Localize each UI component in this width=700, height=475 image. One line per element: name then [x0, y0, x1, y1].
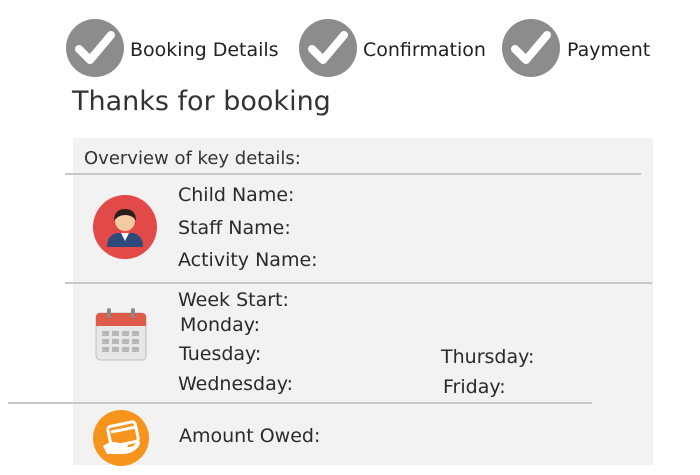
page-title: Thanks for booking [72, 86, 331, 117]
divider [8, 402, 592, 404]
person-icon [93, 195, 157, 263]
monday-label: Monday: [180, 314, 261, 336]
activity-name-label: Activity Name: [178, 249, 318, 271]
divider [65, 282, 652, 284]
calendar-icon [95, 307, 147, 365]
step-label: Confirmation [363, 39, 486, 61]
booking-overview-card [73, 138, 653, 465]
wednesday-label: Wednesday: [178, 373, 294, 395]
staff-name-label: Staff Name: [178, 217, 291, 239]
card-heading: Overview of key details: [84, 148, 301, 169]
friday-label: Friday: [443, 376, 506, 398]
check-icon [66, 19, 124, 77]
tuesday-label: Tuesday: [179, 343, 262, 365]
payment-card-icon [93, 410, 149, 470]
check-icon [502, 19, 560, 77]
thursday-label: Thursday: [441, 346, 535, 368]
week-start-label: Week Start: [178, 289, 289, 311]
amount-owed-label: Amount Owed: [179, 425, 321, 447]
check-icon [299, 19, 357, 77]
step-label: Payment [567, 39, 651, 61]
divider [65, 173, 641, 175]
step-label: Booking Details [130, 39, 279, 61]
child-name-label: Child Name: [178, 184, 295, 206]
